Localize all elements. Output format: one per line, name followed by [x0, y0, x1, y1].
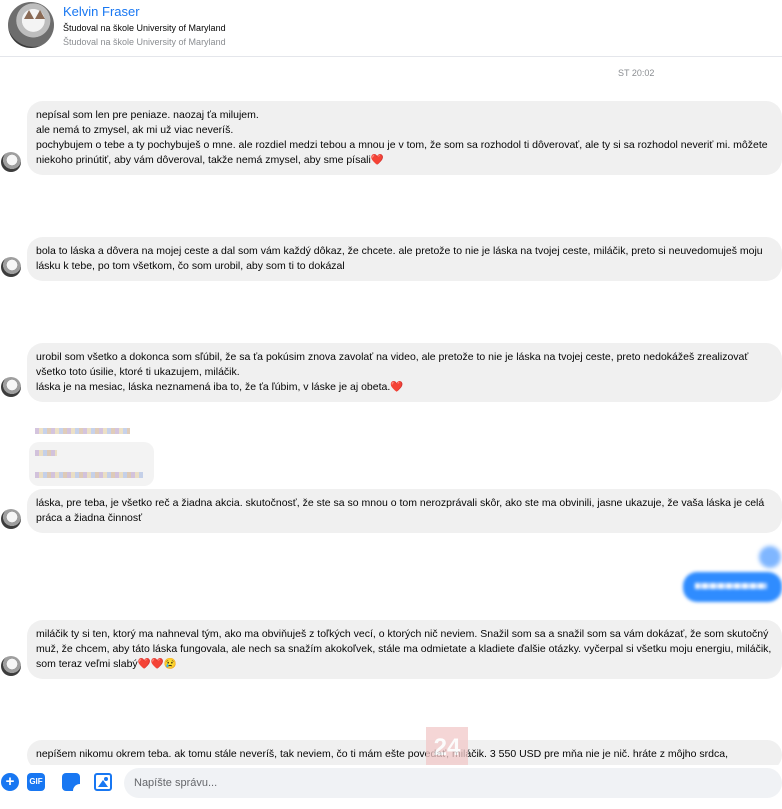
contact-subtitle: Študoval na škole University of Maryland	[63, 23, 226, 33]
message-input[interactable]	[124, 768, 782, 798]
plus-icon[interactable]: +	[1, 773, 19, 791]
contact-avatar[interactable]	[8, 2, 54, 48]
redacted-text	[35, 472, 143, 478]
message-line: pochybujem o tebe a ty pochybuješ o mne.…	[36, 139, 768, 166]
contact-name[interactable]: Kelvin Fraser	[63, 4, 140, 19]
message-line: nepísal som len pre peniaze. naozaj ťa m…	[36, 109, 259, 121]
outgoing-message-bubble[interactable]	[759, 546, 781, 568]
conversation-header: Kelvin Fraser Študoval na škole Universi…	[0, 0, 782, 57]
contact-subtitle-secondary: Študoval na škole University of Maryland	[63, 37, 226, 47]
redacted-text	[695, 583, 767, 589]
message-timestamp: ST 20:02	[618, 68, 655, 78]
sender-avatar[interactable]	[1, 656, 21, 676]
message-bubble[interactable]: bola to láska a dôvera na mojej ceste a …	[27, 237, 782, 281]
message-bubble[interactable]: láska, pre teba, je všetko reč a žiadna …	[27, 489, 782, 533]
message-line: urobil som všetko a dokonca som sľúbil, …	[36, 351, 749, 378]
image-icon[interactable]	[94, 773, 112, 791]
message-line: láska je na mesiac, láska neznamená iba …	[36, 381, 404, 393]
watermark-logo: 24	[426, 727, 468, 769]
message-line: láska, pre teba, je všetko reč a žiadna …	[36, 497, 765, 524]
message-line: bola to láska a dôvera na mojej ceste a …	[36, 245, 763, 272]
gif-icon[interactable]: GIF	[27, 773, 45, 791]
message-line: miláčik ty si ten, ktorý ma nahneval tým…	[36, 628, 772, 670]
sender-avatar[interactable]	[1, 152, 21, 172]
redacted-text	[35, 450, 57, 456]
message-bubble[interactable]: urobil som všetko a dokonca som sľúbil, …	[27, 343, 782, 402]
sender-avatar[interactable]	[1, 377, 21, 397]
message-line: ale nemá to zmysel, ak mi už viac neverí…	[36, 124, 234, 136]
message-line: nepíšem nikomu okrem teba. ak tomu stále…	[36, 748, 728, 760]
sticker-icon[interactable]	[62, 773, 80, 791]
message-composer: + GIF	[0, 765, 782, 809]
message-bubble[interactable]: nepísal som len pre peniaze. naozaj ťa m…	[27, 101, 782, 175]
sender-avatar[interactable]	[1, 509, 21, 529]
sender-avatar[interactable]	[1, 257, 21, 277]
outgoing-message-bubble[interactable]	[683, 572, 782, 602]
message-bubble[interactable]: miláčik ty si ten, ktorý ma nahneval tým…	[27, 620, 782, 679]
redacted-bubble	[29, 442, 154, 486]
redacted-text	[35, 428, 130, 434]
